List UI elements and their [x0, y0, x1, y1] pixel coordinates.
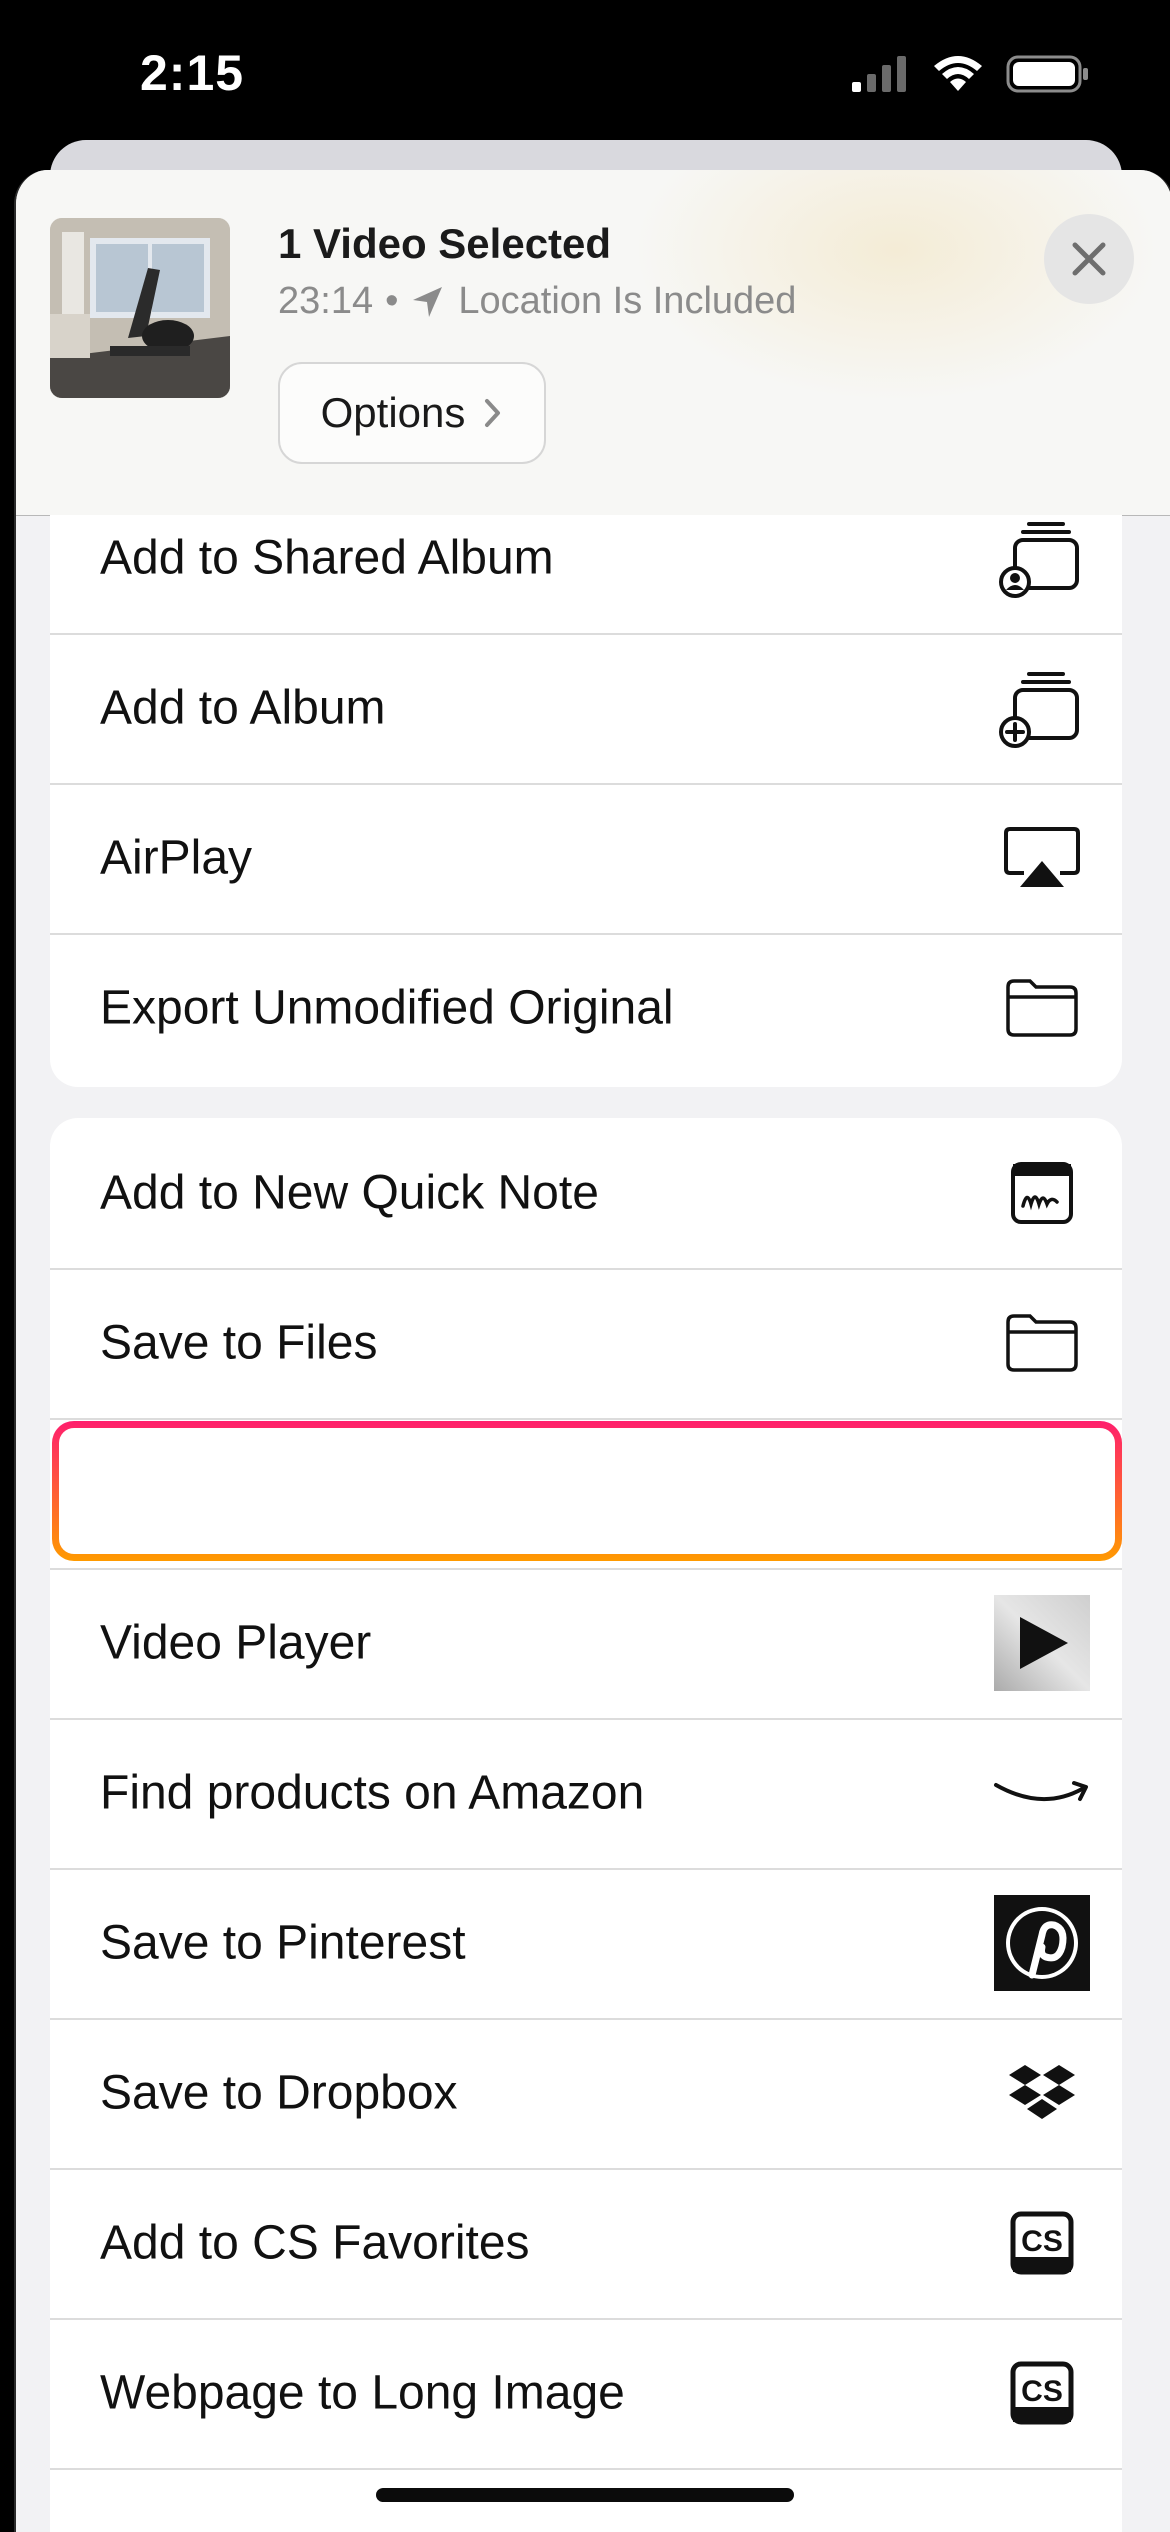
share-sheet-header: 1 Video Selected 23:14 • Location Is Inc… — [16, 170, 1170, 516]
pinterest-icon — [992, 1893, 1092, 1993]
action-label: Add to New Quick Note — [100, 1166, 599, 1220]
close-icon — [1072, 242, 1106, 276]
action-export-unmodified-original[interactable]: Export Unmodified Original — [50, 933, 1122, 1083]
action-add-to-shared-album[interactable]: Add to Shared Album — [50, 515, 1122, 633]
video-thumbnail-image — [50, 218, 230, 398]
home-indicator[interactable] — [376, 2488, 794, 2502]
subtitle-separator: • — [385, 280, 399, 322]
video-player-icon — [992, 1593, 1092, 1693]
action-label: Save to Files — [100, 1316, 378, 1370]
action-add-to-cs-favorites[interactable]: Add to CS Favorites CS — [50, 2168, 1122, 2318]
options-label: Options — [320, 389, 466, 436]
action-label: Add to Album — [100, 681, 386, 735]
share-sheet: 1 Video Selected 23:14 • Location Is Inc… — [14, 170, 1170, 2532]
chevron-right-icon — [485, 399, 501, 427]
action-save-to-files[interactable]: Save to Files — [50, 1268, 1122, 1418]
action-video-player[interactable]: Video Player — [50, 1568, 1122, 1718]
selection-subtitle: 23:14 • Location Is Included — [278, 280, 796, 323]
status-icons — [850, 54, 1090, 94]
shared-album-icon — [992, 515, 1092, 608]
wifi-icon — [934, 56, 982, 91]
actions-group-photos: Add to Shared Album Add to Album AirPlay… — [50, 515, 1122, 1087]
quick-note-icon — [992, 1143, 1092, 1243]
action-airplay[interactable]: AirPlay — [50, 783, 1122, 933]
action-label: Webpage to Long Image — [100, 2366, 625, 2420]
separator — [50, 2468, 1122, 2470]
location-text: Location Is Included — [458, 280, 797, 322]
action-label: Save to DS — [100, 1466, 343, 1520]
cs-icon: CS — [992, 2193, 1092, 2293]
selection-title: 1 Video Selected — [278, 220, 612, 267]
action-label: Add to Shared Album — [100, 531, 554, 585]
action-find-products-on-amazon[interactable]: Find products on Amazon — [50, 1718, 1122, 1868]
options-button[interactable]: Options — [278, 362, 546, 464]
svg-text:CS: CS — [1021, 2225, 1063, 2258]
battery-icon — [1006, 55, 1088, 93]
action-label: Save to Dropbox — [100, 2066, 458, 2120]
action-save-to-pinterest[interactable]: Save to Pinterest — [50, 1868, 1122, 2018]
action-label: Add to CS Favorites — [100, 2216, 530, 2270]
location-arrow-icon — [413, 286, 443, 317]
video-time: 23:14 — [278, 280, 374, 322]
action-add-to-album[interactable]: Add to Album — [50, 633, 1122, 783]
action-label: Export Unmodified Original — [100, 981, 674, 1035]
status-time: 2:15 — [140, 45, 245, 101]
cellular-signal-icon — [852, 56, 906, 92]
amazon-smile-icon — [992, 1743, 1092, 1843]
action-save-to-ds[interactable]: Save to DS — [50, 1418, 1122, 1568]
action-label: Find products on Amazon — [100, 1766, 645, 1820]
action-label: Save to Pinterest — [100, 1916, 466, 1970]
cs-icon: CS — [992, 2343, 1092, 2443]
action-webpage-to-long-image[interactable]: Webpage to Long Image CS — [50, 2318, 1122, 2468]
action-save-to-dropbox[interactable]: Save to Dropbox — [50, 2018, 1122, 2168]
dropbox-icon — [992, 2043, 1092, 2143]
action-label: AirPlay — [100, 831, 253, 885]
airplay-icon — [992, 808, 1092, 908]
video-thumbnail[interactable] — [50, 218, 230, 398]
folder-icon — [992, 1293, 1092, 1393]
folder-icon — [992, 958, 1092, 1058]
action-label: Video Player — [100, 1616, 372, 1670]
close-button[interactable] — [1044, 214, 1134, 304]
add-album-icon — [992, 658, 1092, 758]
screen: 2:15 1 Video Selected 23:14 • Location I… — [0, 0, 1170, 2532]
actions-group-apps: Add to New Quick Note Save to Files Save… — [50, 1118, 1122, 2532]
action-add-to-new-quick-note[interactable]: Add to New Quick Note — [50, 1118, 1122, 1268]
folder-bold-icon — [992, 1443, 1092, 1543]
svg-text:CS: CS — [1021, 2375, 1063, 2408]
